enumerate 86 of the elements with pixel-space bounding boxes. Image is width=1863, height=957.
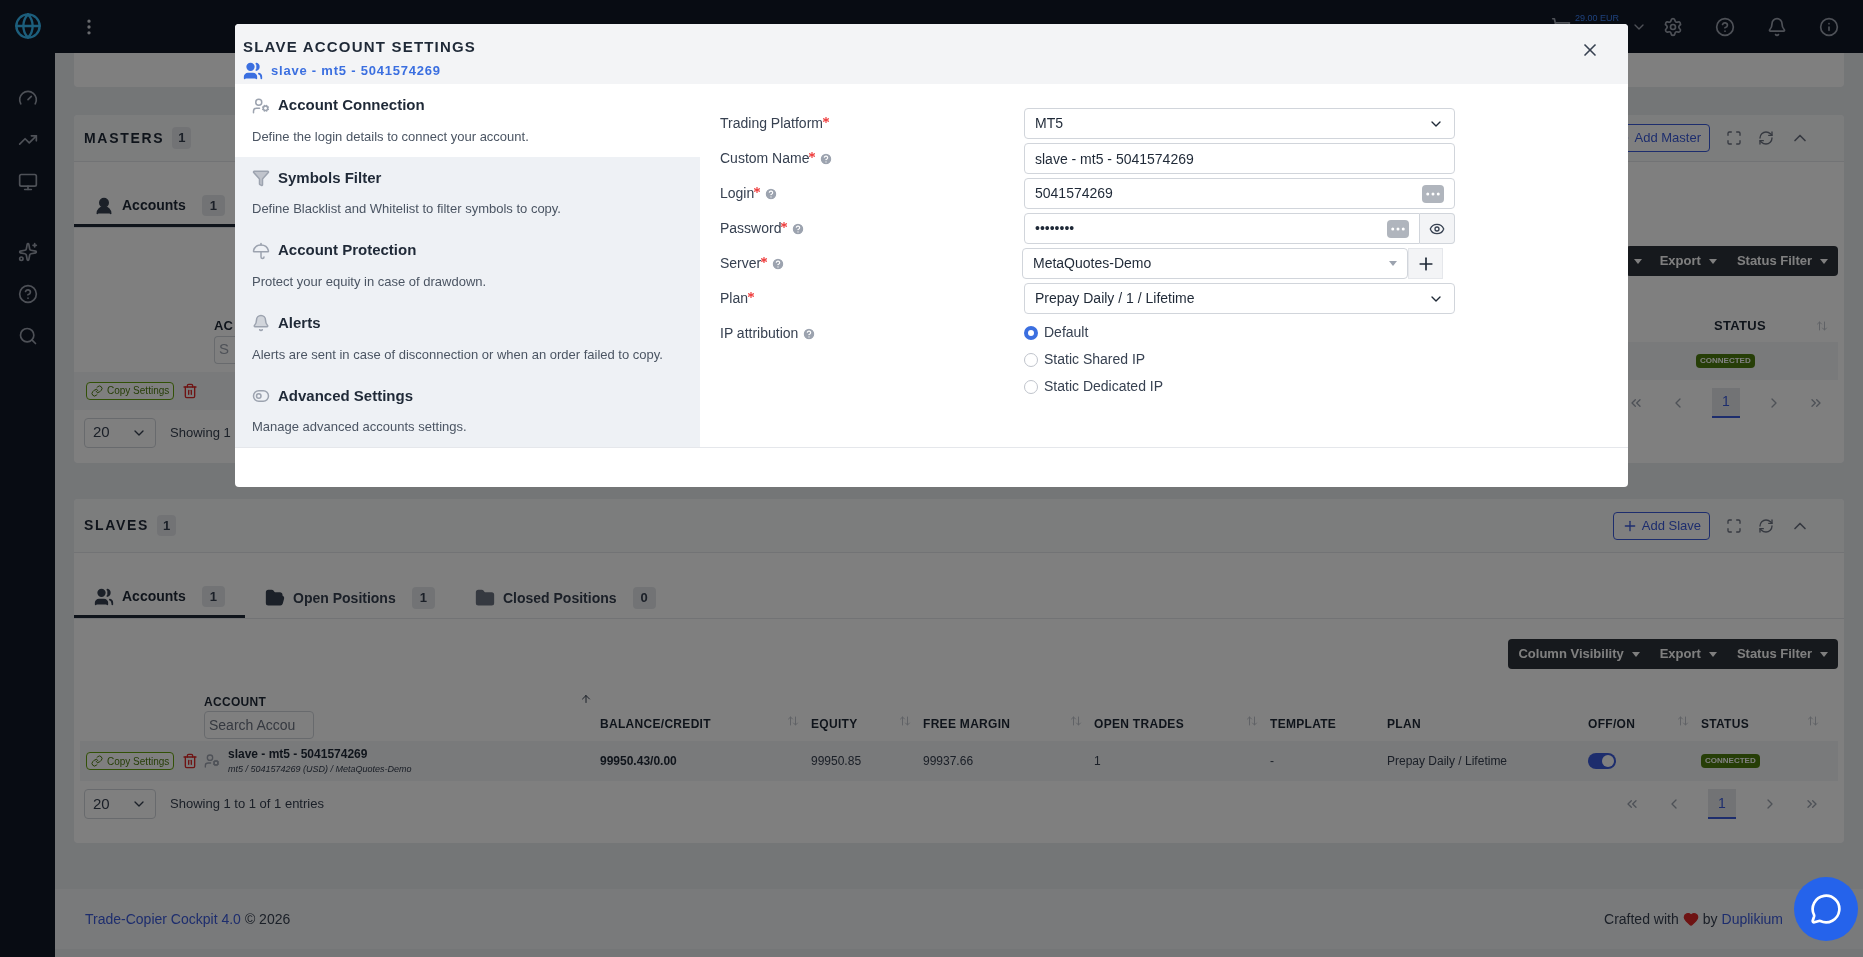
- field-label: Login: [720, 184, 755, 203]
- input-field[interactable]: 5041574269: [1024, 178, 1455, 209]
- account-detail: mt5 / 5041574269 (USD) / MetaQuotes-Demo: [228, 763, 412, 777]
- table-cell-text: 99950.85: [811, 753, 863, 770]
- add-button[interactable]: Add Slave: [1612, 511, 1710, 540]
- section-heading: Account Connection: [278, 95, 425, 116]
- section-description: Protect your equity in case of drawdown.: [252, 273, 487, 291]
- cart-amount: 29.00 EUR: [1574, 11, 1619, 25]
- section-description: Alerts are sent in case of disconnection or when an order failed to copy.: [252, 345, 663, 364]
- column-header: BALANCE/CREDIT: [600, 716, 711, 733]
- section-description: Define Blacklist and Whitelist to filter symbols to copy.: [252, 200, 561, 219]
- server-select[interactable]: MetaQuotes-Demo: [1022, 248, 1408, 279]
- status-badge: CONNECTED: [1701, 754, 1760, 768]
- section-description: Define the login details to connect your account.: [252, 127, 529, 146]
- table-cell-text: 99950.43/0.00: [600, 753, 678, 770]
- tab[interactable]: Open Positions 1: [245, 578, 455, 618]
- radio-option[interactable]: Default: [1024, 322, 1164, 343]
- table-cell-text: Prepay Daily / Lifetime: [1387, 753, 1509, 770]
- column-header: AC: [214, 317, 234, 336]
- status-badge: CONNECTED: [1696, 353, 1755, 368]
- table-cell-text: 1: [1094, 753, 1102, 770]
- toolbar-button[interactable]: Export: [1649, 639, 1727, 669]
- count-badge: 1: [201, 585, 226, 608]
- radio-option[interactable]: Static Shared IP: [1024, 349, 1164, 370]
- section-heading: Alerts: [278, 313, 321, 334]
- count-badge: 1: [201, 194, 226, 217]
- settings-section[interactable]: Account Connection Define the login details to connect your account.: [235, 84, 700, 157]
- count-badge: 1: [157, 514, 177, 537]
- page-size-select[interactable]: 20: [84, 417, 156, 448]
- tab[interactable]: Closed Positions 0: [454, 578, 676, 618]
- field-label: IP attribution: [720, 324, 799, 343]
- column-header: TEMPLATE: [1270, 716, 1337, 733]
- entries-info: Showing 1: [170, 423, 231, 442]
- input-field[interactable]: slave - mt5 - 5041574269: [1024, 143, 1455, 174]
- copy-settings-button[interactable]: Copy Settings: [86, 752, 175, 770]
- app-link[interactable]: Trade-Copier Cockpit 4.0: [85, 908, 241, 930]
- count-badge: 0: [632, 587, 656, 609]
- copy-settings-button[interactable]: Copy Settings: [86, 381, 175, 400]
- settings-section[interactable]: Advanced Settings Manage advanced accounts settings.: [235, 374, 700, 447]
- search-field[interactable]: Search Accou: [204, 711, 314, 739]
- toolbar-button[interactable]: Status Filter: [1726, 639, 1838, 669]
- settings-section[interactable]: Symbols Filter Define Blacklist and Whitelist to filter symbols to copy.: [235, 156, 700, 230]
- column-header: STATUS: [1701, 716, 1750, 733]
- section-description: Manage advanced accounts settings.: [252, 418, 467, 437]
- page-button[interactable]: 1: [1708, 789, 1736, 819]
- column-header: ACCOUNT: [204, 694, 267, 711]
- radio-option[interactable]: Static Dedicated IP: [1024, 376, 1164, 397]
- section-heading: Account Protection: [278, 240, 417, 261]
- field-label: Server: [720, 254, 762, 273]
- section-title: SLAVES: [84, 516, 150, 535]
- page-button[interactable]: 1: [1712, 387, 1740, 418]
- select-field[interactable]: Prepay Daily / 1 / Lifetime: [1024, 283, 1455, 314]
- credit-text: by: [1702, 909, 1718, 929]
- field-label: Password: [720, 219, 782, 238]
- company-link[interactable]: Duplikium: [1721, 908, 1783, 930]
- count-badge: 1: [411, 587, 435, 609]
- toolbar-button[interactable]: Column Visibility: [1508, 639, 1650, 669]
- column-header: EQUITY: [811, 716, 858, 733]
- section-heading: Advanced Settings: [278, 385, 414, 406]
- entries-info: Showing 1 to 1 of 1 entries: [170, 795, 324, 814]
- count-badge: 1: [172, 127, 192, 149]
- dialog-subtitle: slave - mt5 - 5041574269: [271, 61, 441, 80]
- toolbar-button[interactable]: Export: [1649, 246, 1727, 277]
- password-field[interactable]: ••••••••: [1024, 213, 1420, 244]
- field-label: Custom Name: [720, 149, 810, 168]
- copyright-text: © 2026: [244, 909, 291, 929]
- field-label: Trading Platform: [720, 114, 823, 133]
- column-header: FREE MARGIN: [923, 716, 1011, 733]
- column-header: STATUS: [1713, 317, 1766, 336]
- settings-section[interactable]: Alerts Alerts are sent in case of disconnection or when an order failed to copy.: [235, 301, 700, 375]
- page-size-select[interactable]: 20: [84, 789, 156, 819]
- table-cell-text: 99937.66: [923, 753, 975, 770]
- credit-text: Crafted with: [1604, 909, 1679, 929]
- tab[interactable]: Accounts 1: [74, 578, 246, 618]
- select-field[interactable]: MT5: [1024, 108, 1455, 139]
- field-label: Plan: [720, 289, 749, 308]
- column-header: OFF/ON: [1588, 716, 1636, 733]
- section-heading: Symbols Filter: [278, 167, 382, 188]
- section-title: MASTERS: [84, 128, 165, 148]
- settings-section[interactable]: Account Protection Protect your equity in case of drawdown.: [235, 229, 700, 302]
- column-header: OPEN TRADES: [1094, 716, 1184, 733]
- account-name: slave - mt5 - 5041574269: [228, 746, 369, 764]
- column-header: PLAN: [1387, 716, 1421, 733]
- table-cell-text: -: [1270, 753, 1275, 770]
- dialog-title: SLAVE ACCOUNT SETTINGS: [243, 37, 477, 57]
- toolbar-button[interactable]: Status Filter: [1726, 246, 1838, 277]
